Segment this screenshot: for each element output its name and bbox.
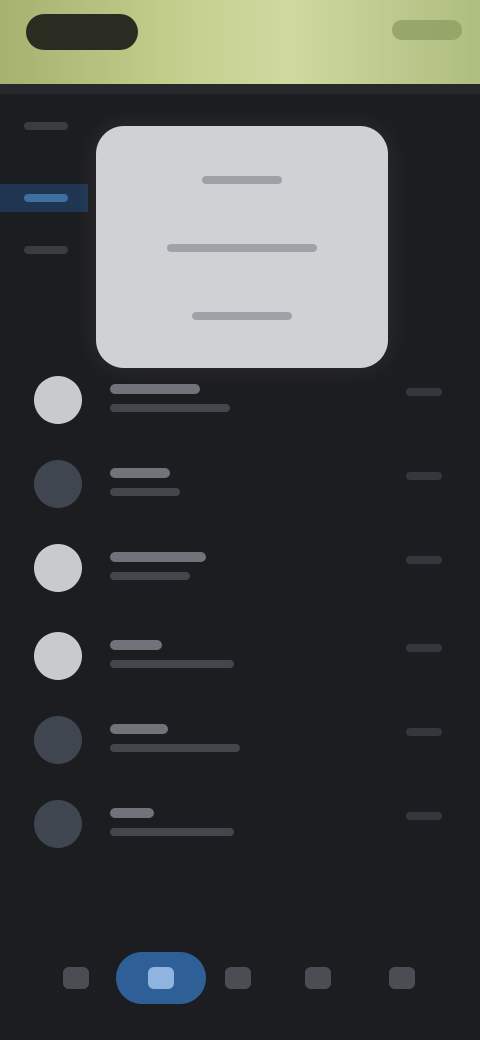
list-item[interactable] bbox=[0, 444, 480, 528]
nav-grid-button[interactable] bbox=[206, 952, 270, 1004]
list-item-meta bbox=[406, 388, 442, 396]
avatar bbox=[34, 460, 82, 508]
back-icon bbox=[63, 967, 89, 989]
menu-item-line bbox=[192, 312, 292, 320]
list-item[interactable] bbox=[0, 616, 480, 700]
list-item-title bbox=[110, 468, 170, 478]
avatar bbox=[34, 632, 82, 680]
list-item-subtitle bbox=[110, 828, 234, 836]
context-menu-item-1[interactable] bbox=[96, 148, 388, 212]
list-item-subtitle bbox=[110, 744, 240, 752]
list-item-subtitle bbox=[110, 488, 180, 496]
battery-indicator bbox=[392, 20, 393, 21]
home-icon bbox=[148, 967, 174, 989]
list-item[interactable] bbox=[0, 784, 480, 868]
nav-menu-button[interactable] bbox=[286, 952, 350, 1004]
list-item-subtitle bbox=[110, 404, 230, 412]
list-item-title bbox=[110, 640, 162, 650]
sidebar-item-1[interactable] bbox=[0, 112, 88, 140]
profile-icon bbox=[389, 967, 415, 989]
header-divider bbox=[0, 84, 480, 94]
list-item-meta bbox=[406, 472, 442, 480]
sidebar-item-label bbox=[0, 184, 1, 185]
list-item[interactable] bbox=[0, 700, 480, 784]
avatar bbox=[34, 800, 82, 848]
status-bar bbox=[0, 0, 480, 84]
list-item-meta bbox=[406, 728, 442, 736]
bottom-navigation bbox=[0, 920, 480, 1040]
list-item-title bbox=[110, 808, 154, 818]
status-time bbox=[26, 14, 27, 15]
list-item[interactable] bbox=[0, 360, 480, 444]
menu-item-line bbox=[167, 244, 317, 252]
list-item-title bbox=[110, 384, 200, 394]
list-item-subtitle bbox=[110, 660, 234, 668]
sidebar-item-3[interactable] bbox=[0, 236, 88, 264]
context-menu-item-3[interactable] bbox=[96, 284, 388, 348]
list-item-meta bbox=[406, 556, 442, 564]
menu-icon bbox=[305, 967, 331, 989]
app-screen bbox=[0, 0, 480, 1040]
nav-home-button[interactable] bbox=[116, 952, 206, 1004]
list-item-meta bbox=[406, 812, 442, 820]
context-menu bbox=[96, 126, 388, 368]
sidebar-item-bar bbox=[24, 122, 68, 130]
sidebar-item-label bbox=[0, 236, 1, 237]
menu-item-line bbox=[202, 176, 282, 184]
list-item[interactable] bbox=[0, 528, 480, 612]
list-item-title bbox=[110, 724, 168, 734]
avatar bbox=[34, 376, 82, 424]
sidebar-item-label bbox=[0, 112, 1, 113]
status-indicators bbox=[392, 20, 462, 40]
sidebar-item-2[interactable] bbox=[0, 184, 88, 212]
nav-back-button[interactable] bbox=[44, 952, 108, 1004]
status-time-pill bbox=[26, 14, 138, 50]
list-item-meta bbox=[406, 644, 442, 652]
sidebar-item-bar bbox=[24, 246, 68, 254]
nav-profile-button[interactable] bbox=[370, 952, 434, 1004]
context-menu-item-2[interactable] bbox=[96, 216, 388, 280]
avatar bbox=[34, 716, 82, 764]
avatar bbox=[34, 544, 82, 592]
sidebar-item-bar bbox=[24, 194, 68, 202]
grid-icon bbox=[225, 967, 251, 989]
list-item-subtitle bbox=[110, 572, 190, 580]
list-item-title bbox=[110, 552, 206, 562]
